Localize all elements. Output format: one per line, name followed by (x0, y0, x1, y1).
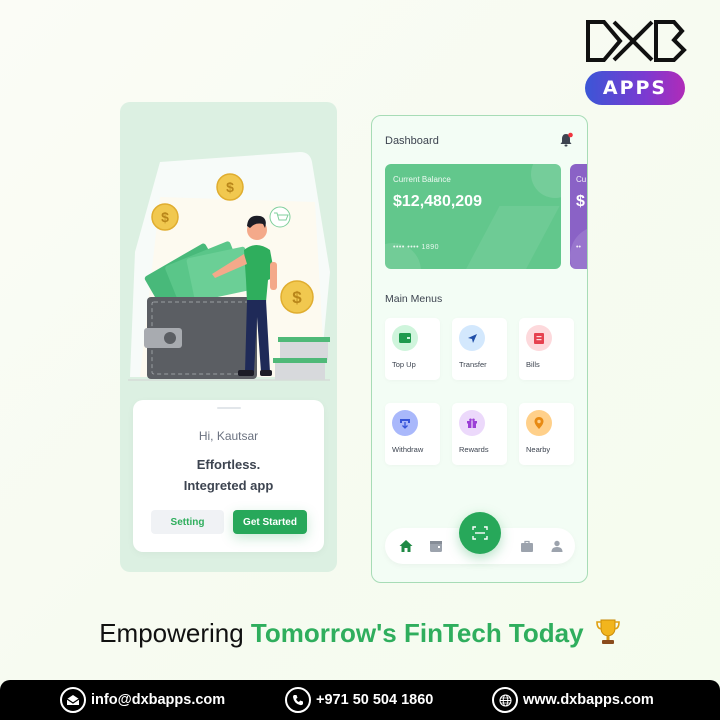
email-icon (60, 687, 86, 713)
stacked-boxes-icon (273, 337, 330, 380)
greeting-text: Hi, Kautsar (198, 429, 259, 443)
notification-dot (568, 132, 573, 138)
gold-coin-icon: $ (280, 280, 314, 314)
drag-handle[interactable] (217, 407, 241, 409)
masked-card-number: •••• •••• 1890 (393, 244, 440, 251)
scan-button[interactable] (459, 512, 501, 554)
balance-card[interactable]: Current Balance $12,480,209 •••• •••• 18… (385, 164, 561, 269)
menu-item-bills[interactable]: Bills (519, 318, 574, 380)
page-title: Dashboard (385, 135, 439, 147)
balance-amount: $12,480,209 (393, 193, 482, 210)
wallet-icon (144, 297, 257, 379)
dashboard-screen: Dashboard Current Balance $12,480,209 ••… (371, 115, 588, 583)
menu-label: Transfer (459, 360, 487, 369)
balance-label: Current Balance (393, 175, 451, 184)
headline-line-1: Effortless. (196, 457, 261, 472)
bell-icon[interactable] (558, 132, 574, 148)
menu-label: Bills (526, 360, 540, 369)
home-icon[interactable] (399, 539, 413, 553)
bill-icon (526, 325, 552, 351)
secondary-balance-card[interactable]: Cu $ •• (570, 164, 587, 269)
send-icon (459, 325, 485, 351)
menu-label: Rewards (459, 445, 489, 454)
menu-label: Nearby (526, 445, 551, 454)
phone-icon (285, 687, 311, 713)
apps-badge: APPS (585, 71, 685, 105)
menu-label: Top Up (392, 360, 416, 369)
wallet-icon (392, 325, 418, 351)
tagline-part-1: Empowering (99, 618, 251, 648)
menu-item-nearby[interactable]: Nearby (519, 403, 574, 465)
location-pin-icon (526, 410, 552, 436)
headline: Effortless. Integreted app (133, 454, 324, 496)
contact-footer: info@dxbapps.com +971 50 504 1860 www.dx… (0, 680, 720, 720)
balance-amount: $ (576, 193, 585, 210)
onboarding-screen: $ $ $ Hi, Kautsar Effortless. Integreted… (120, 102, 337, 572)
website-text: www.dxbapps.com (523, 692, 654, 708)
masked-card-number: •• (576, 244, 581, 251)
tagline: Empowering Tomorrow's FinTech Today (0, 618, 720, 649)
svg-text:$: $ (161, 209, 169, 225)
phone-contact[interactable]: +971 50 504 1860 (285, 687, 433, 713)
svg-text:$: $ (226, 179, 234, 195)
user-icon[interactable] (550, 539, 564, 553)
get-started-button[interactable]: Get Started (233, 510, 307, 534)
menu-item-withdraw[interactable]: Withdraw (385, 403, 440, 465)
main-menus-heading: Main Menus (385, 293, 443, 305)
gold-coin-icon: $ (151, 203, 179, 231)
email-text: info@dxbapps.com (91, 692, 226, 708)
trophy-icon (596, 619, 620, 644)
gold-coin-icon: $ (216, 173, 244, 201)
menu-item-rewards[interactable]: Rewards (452, 403, 507, 465)
svg-text:$: $ (292, 288, 302, 307)
scan-icon (472, 526, 488, 540)
gift-icon (459, 410, 485, 436)
website-contact[interactable]: www.dxbapps.com (492, 687, 654, 713)
setting-button[interactable]: Setting (151, 510, 224, 534)
tagline-highlight: Tomorrow's FinTech Today (250, 618, 584, 648)
menu-label: Withdraw (392, 445, 424, 454)
shopping-cart-bubble-icon (269, 206, 291, 228)
headline-line-2: Integreted app (183, 478, 274, 493)
globe-icon (492, 687, 518, 713)
welcome-card: Hi, Kautsar Effortless. Integreted app S… (133, 400, 324, 552)
menu-item-transfer[interactable]: Transfer (452, 318, 507, 380)
menu-item-top-up[interactable]: Top Up (385, 318, 440, 380)
briefcase-icon[interactable] (520, 539, 534, 553)
phone-text: +971 50 504 1860 (316, 692, 434, 708)
withdraw-icon (392, 410, 418, 436)
email-contact[interactable]: info@dxbapps.com (60, 687, 225, 713)
calendar-icon[interactable] (429, 539, 443, 553)
balance-label: Cu (576, 175, 587, 184)
dxb-logo-mark (586, 20, 687, 62)
brand-logo: APPS (580, 18, 690, 110)
wallet-illustration: $ $ $ (128, 152, 330, 381)
